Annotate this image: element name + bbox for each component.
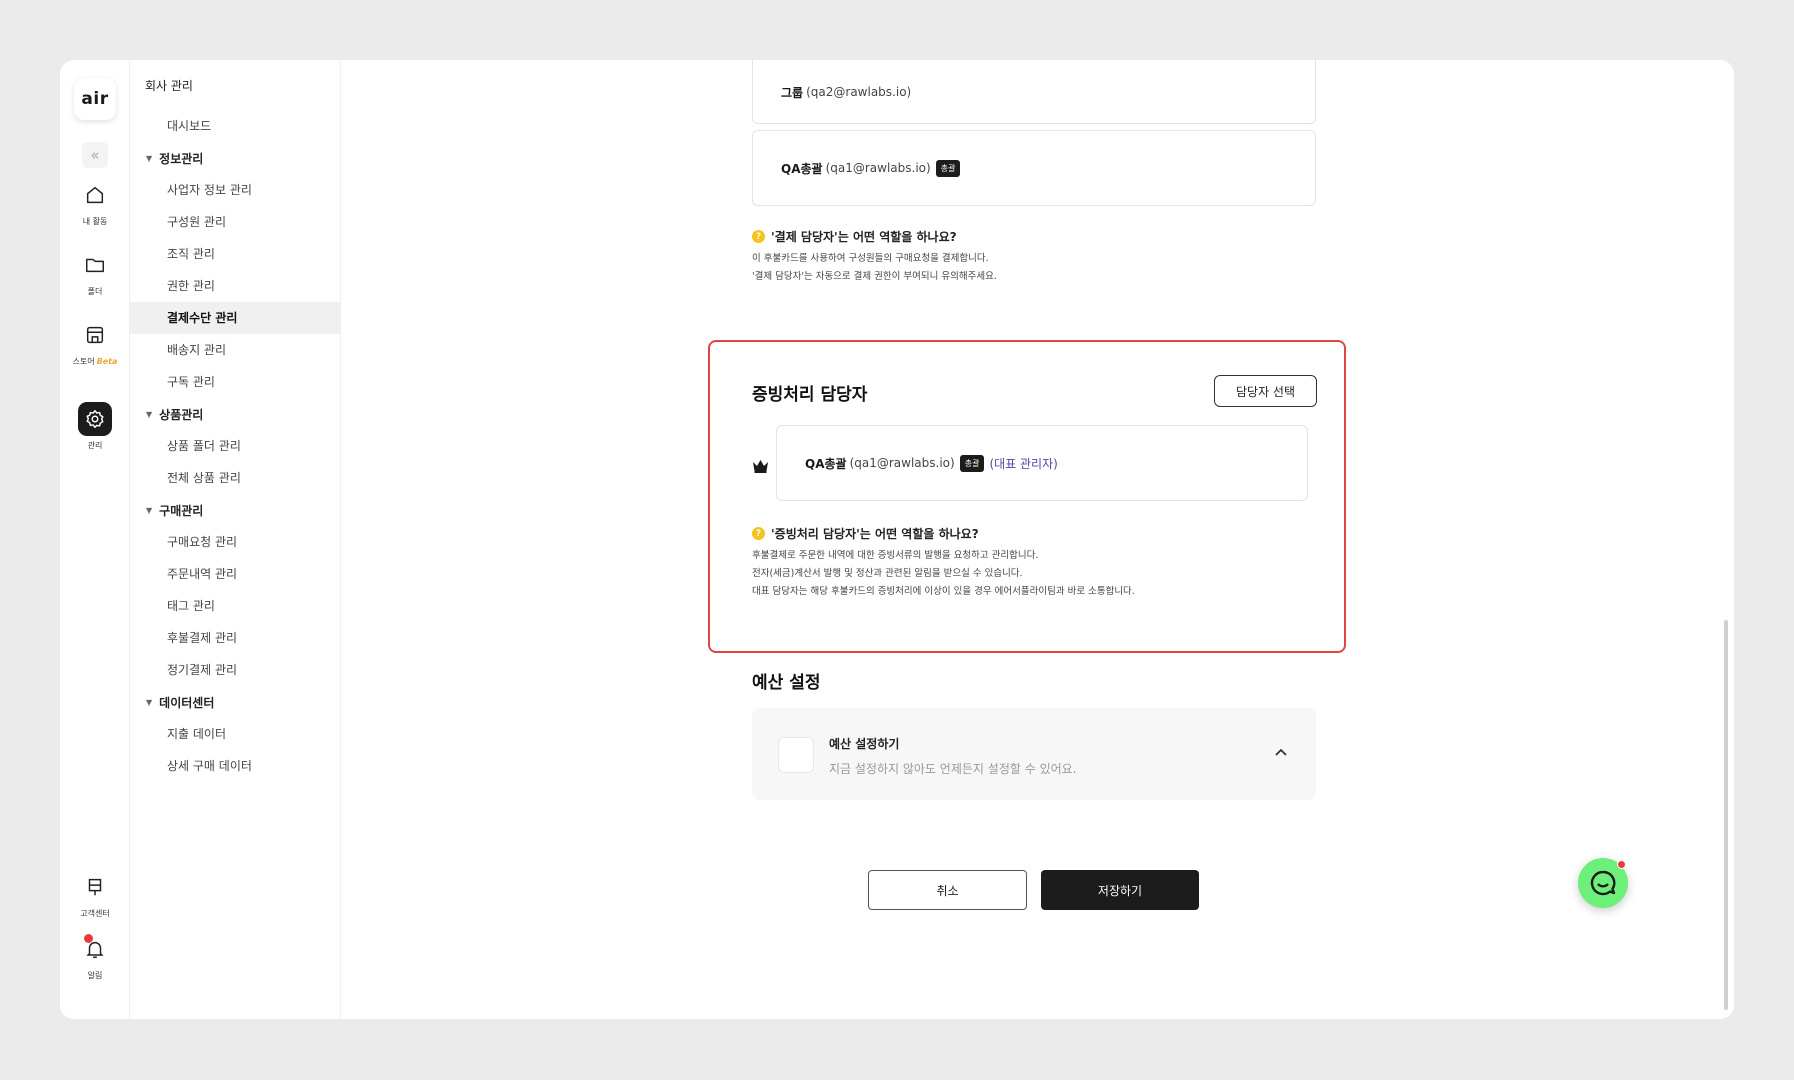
sidebar-item[interactable]: 구매요청 관리 <box>130 526 340 558</box>
sidebar-item[interactable]: 후불결제 관리 <box>130 622 340 654</box>
caret-down-icon: ▼ <box>146 697 153 707</box>
chevron-up-icon[interactable] <box>1273 744 1289 764</box>
rail-label: 알림 <box>87 971 103 980</box>
manager-name: 그룹 <box>781 85 804 100</box>
gear-icon <box>78 402 112 436</box>
sidebar-item-active[interactable]: 결제수단 관리 <box>130 302 340 334</box>
caret-down-icon: ▼ <box>146 505 153 515</box>
sidebar-item[interactable]: 전체 상품 관리 <box>130 462 340 494</box>
sidebar-item[interactable]: 조직 관리 <box>130 238 340 270</box>
question-icon: ? <box>752 230 765 243</box>
air-logo[interactable]: air <box>74 78 116 120</box>
rail-item-folder[interactable]: 폴더 <box>60 248 130 297</box>
evidence-section-title: 증빙처리 담당자 <box>752 385 868 405</box>
signpost-icon <box>78 870 112 904</box>
rail-label: 고객센터 <box>80 909 110 918</box>
sidebar-group-data[interactable]: ▼ 데이터센터 <box>130 686 340 718</box>
rail-item-support[interactable]: 고객센터 <box>60 870 130 919</box>
manager-email: (qa1@rawlabs.io) <box>825 161 931 175</box>
select-manager-button[interactable]: 담당자 선택 <box>1214 375 1317 407</box>
sidebar-nav: 회사 관리 대시보드 ▼ 정보관리 사업자 정보 관리 구성원 관리 조직 관리 … <box>130 60 341 1019</box>
rail-item-store[interactable]: 스토어 Beta <box>60 318 130 367</box>
scrollbar[interactable] <box>1724 620 1728 1010</box>
sidebar-item[interactable]: 상품 폴더 관리 <box>130 430 340 462</box>
representative-admin-label: (대표 관리자) <box>989 456 1058 471</box>
role-badge: 총괄 <box>959 454 985 472</box>
sidebar-item[interactable]: 사업자 정보 관리 <box>130 174 340 206</box>
evidence-help-description: 후불결제로 주문한 내역에 대한 증빙서류의 발행을 요청하고 관리합니다. 전… <box>752 550 1135 597</box>
sidebar-item[interactable]: 구성원 관리 <box>130 206 340 238</box>
rail-label: 관리 <box>87 441 103 450</box>
app-window: air « 내 활동 폴더 스토어 Beta 관리 고객센터 알림 회사 관리 … <box>60 60 1734 1019</box>
notification-dot <box>1617 860 1626 869</box>
sidebar-header: 회사 관리 <box>145 79 193 93</box>
bell-icon <box>78 932 112 966</box>
manager-email: (qa1@rawlabs.io) <box>849 456 955 470</box>
chat-icon <box>1590 870 1616 896</box>
sidebar-item[interactable]: 구독 관리 <box>130 366 340 398</box>
manager-name: QA총괄 <box>781 161 823 176</box>
sidebar-item[interactable]: 주문내역 관리 <box>130 558 340 590</box>
sidebar-item[interactable]: 태그 관리 <box>130 590 340 622</box>
payment-help-question: ? '결제 담당자'는 어떤 역할을 하나요? <box>752 228 957 245</box>
rail-label: 스토어 Beta <box>72 357 118 366</box>
budget-toggle-label: 예산 설정하기 <box>829 737 900 751</box>
question-icon: ? <box>752 527 765 540</box>
role-badge: 총괄 <box>935 159 961 177</box>
double-chevron-left-icon: « <box>90 146 100 164</box>
cancel-button[interactable]: 취소 <box>868 870 1027 910</box>
sidebar-group-products[interactable]: ▼ 상품관리 <box>130 398 340 430</box>
payment-manager-card: 그룹 (qa2@rawlabs.io) <box>752 60 1316 124</box>
payment-manager-card: QA총괄 (qa1@rawlabs.io) 총괄 <box>752 130 1316 206</box>
chat-support-button[interactable] <box>1578 858 1628 908</box>
store-icon <box>78 318 112 352</box>
sidebar-item[interactable]: 정기결제 관리 <box>130 654 340 686</box>
payment-help-description: 이 후불카드를 사용하여 구성원들의 구매요청을 결제합니다. '결제 담당자'… <box>752 253 997 282</box>
rail-label: 폴더 <box>87 287 103 296</box>
sidebar-item[interactable]: 권한 관리 <box>130 270 340 302</box>
budget-checkbox[interactable] <box>778 737 814 773</box>
sidebar-item[interactable]: 상세 구매 데이터 <box>130 750 340 782</box>
budget-toggle-desc: 지금 설정하지 않아도 언제든지 설정할 수 있어요. <box>829 762 1077 776</box>
budget-toggle-panel: 예산 설정하기 지금 설정하지 않아도 언제든지 설정할 수 있어요. <box>752 708 1316 800</box>
main-content: 그룹 (qa2@rawlabs.io) QA총괄 (qa1@rawlabs.io… <box>341 60 1734 1019</box>
sidebar-group-info[interactable]: ▼ 정보관리 <box>130 142 340 174</box>
rail-item-my-activity[interactable]: 내 활동 <box>60 178 130 227</box>
caret-down-icon: ▼ <box>146 153 153 163</box>
sidebar-item[interactable]: 지출 데이터 <box>130 718 340 750</box>
icon-rail: air « 내 활동 폴더 스토어 Beta 관리 고객센터 알림 <box>60 60 130 1019</box>
caret-down-icon: ▼ <box>146 409 153 419</box>
sidebar-group-purchase[interactable]: ▼ 구매관리 <box>130 494 340 526</box>
rail-item-admin[interactable]: 관리 <box>60 402 130 451</box>
budget-section-title: 예산 설정 <box>752 673 821 693</box>
collapse-sidebar-button[interactable]: « <box>82 142 108 168</box>
crown-icon <box>752 458 769 477</box>
notification-dot <box>84 934 93 943</box>
rail-item-notifications[interactable]: 알림 <box>60 932 130 981</box>
rail-label: 내 활동 <box>82 217 108 226</box>
beta-badge: Beta <box>96 357 118 366</box>
save-button[interactable]: 저장하기 <box>1041 870 1199 910</box>
evidence-manager-card: QA총괄 (qa1@rawlabs.io) 총괄 (대표 관리자) <box>776 425 1308 501</box>
sidebar-item-dashboard[interactable]: 대시보드 <box>130 110 340 142</box>
evidence-help-question: ? '증빙처리 담당자'는 어떤 역할을 하나요? <box>752 525 979 542</box>
manager-email: (qa2@rawlabs.io) <box>806 85 912 99</box>
sidebar-item[interactable]: 배송지 관리 <box>130 334 340 366</box>
folder-icon <box>78 248 112 282</box>
manager-name: QA총괄 <box>805 456 847 471</box>
home-icon <box>78 178 112 212</box>
